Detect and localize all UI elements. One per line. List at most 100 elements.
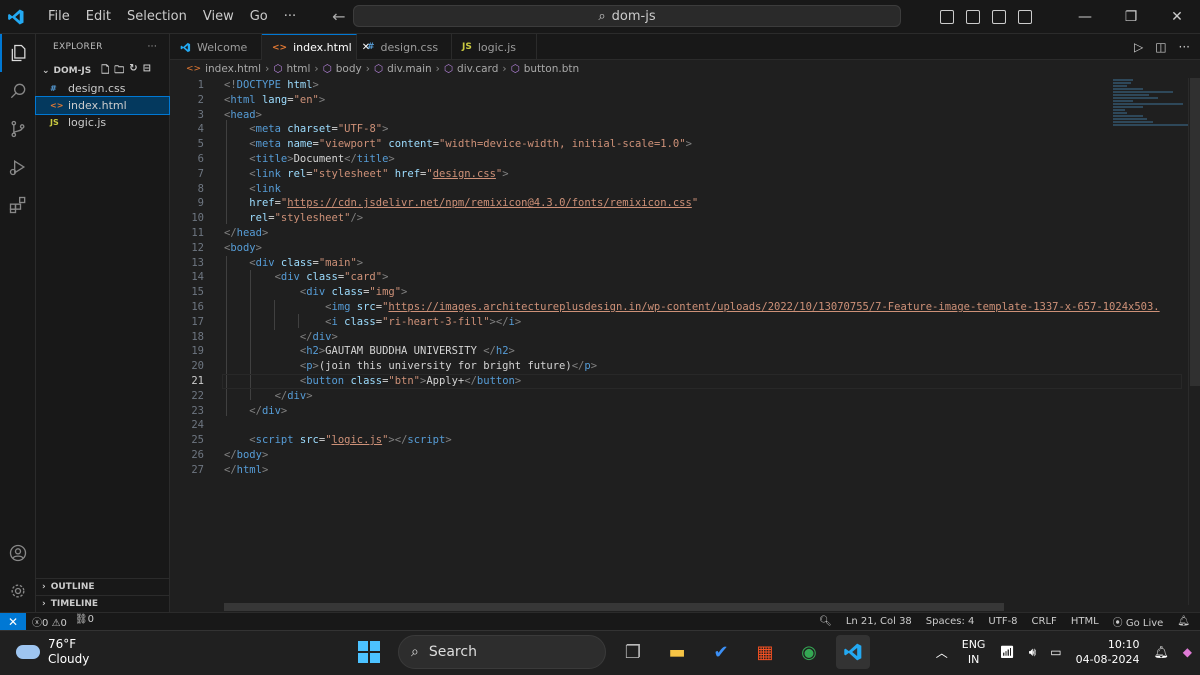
- vertical-scrollbar[interactable]: [1188, 78, 1200, 605]
- encoding[interactable]: UTF-8: [988, 616, 1017, 627]
- breadcrumb-item[interactable]: div.card: [457, 63, 498, 75]
- toggle-sidebar-icon[interactable]: [940, 10, 954, 24]
- todo-icon[interactable]: ✔: [704, 635, 738, 669]
- store-icon[interactable]: ▦: [748, 635, 782, 669]
- start-windows-icon[interactable]: [358, 641, 380, 663]
- menu-go[interactable]: Go: [242, 0, 276, 34]
- new-folder-icon[interactable]: 🗀: [114, 63, 124, 80]
- cube-icon: ⬡: [510, 63, 520, 75]
- vscode-taskbar-icon[interactable]: [836, 635, 870, 669]
- account-icon[interactable]: [0, 534, 36, 572]
- close-button[interactable]: ✕: [1154, 9, 1200, 25]
- file-name: index.html: [68, 99, 127, 112]
- tab-logic-js[interactable]: JS logic.js: [452, 34, 537, 60]
- collapse-all-icon[interactable]: ⊟: [143, 63, 151, 80]
- language-mode[interactable]: HTML: [1071, 616, 1099, 627]
- chevron-up-icon[interactable]: ︿: [936, 644, 948, 661]
- file-explorer-icon[interactable]: ▬: [660, 635, 694, 669]
- refresh-icon[interactable]: ↻: [129, 63, 137, 80]
- ports-count: 0: [87, 614, 94, 625]
- line-number: 6: [197, 152, 204, 165]
- cube-icon: ⬡: [443, 63, 454, 75]
- line-number: 11: [191, 226, 204, 239]
- code-line: 7 <link rel="stylesheet" href="design.cs…: [170, 167, 1188, 182]
- html-file-icon: <>: [186, 64, 202, 74]
- file-index-html[interactable]: <> index.html: [35, 96, 170, 115]
- customize-layout-icon[interactable]: [1018, 10, 1032, 24]
- menu-file[interactable]: File: [40, 0, 78, 34]
- volume-icon[interactable]: 🔊︎: [1029, 645, 1037, 660]
- line-ending[interactable]: CRLF: [1032, 616, 1057, 627]
- windows-taskbar: 76°F Cloudy ⌕ Search ❐ ▬ ✔ ▦ ◉ ︿ ENG IN: [0, 630, 1200, 675]
- search-icon[interactable]: [0, 72, 36, 110]
- breadcrumb-item[interactable]: div.main: [387, 63, 432, 75]
- line-number: 22: [191, 389, 204, 402]
- weather-widget[interactable]: 76°F Cloudy: [16, 637, 89, 667]
- indentation[interactable]: Spaces: 4: [926, 616, 975, 627]
- outline-section[interactable]: › OUTLINE: [36, 578, 170, 595]
- minimap[interactable]: [1113, 78, 1188, 138]
- line-number: 12: [191, 241, 204, 254]
- chrome-icon[interactable]: ◉: [792, 635, 826, 669]
- line-number: 1: [197, 79, 204, 91]
- run-debug-icon[interactable]: [0, 148, 36, 186]
- restore-button[interactable]: ❐: [1108, 9, 1154, 25]
- code-line-current: 21 <button class="btn">Apply+</button>: [170, 373, 1188, 389]
- minimize-button[interactable]: —: [1062, 9, 1108, 25]
- breadcrumb-item[interactable]: body: [336, 63, 362, 75]
- notification-bell-icon[interactable]: 🔔︎: [1154, 645, 1169, 659]
- menu-selection[interactable]: Selection: [119, 0, 195, 34]
- source-control-icon[interactable]: [0, 110, 36, 148]
- explorer-more-button[interactable]: ···: [148, 42, 157, 52]
- copilot-icon[interactable]: ◆: [1183, 645, 1192, 659]
- cube-icon: ⬡: [322, 63, 332, 75]
- notifications-bell-icon[interactable]: 🔔︎: [1177, 616, 1190, 627]
- task-view-icon[interactable]: ❐: [616, 635, 650, 669]
- more-actions-icon[interactable]: ···: [1179, 40, 1190, 54]
- menu-view[interactable]: View: [195, 0, 242, 34]
- split-editor-icon[interactable]: ◫: [1155, 40, 1166, 54]
- new-file-icon[interactable]: 🗋: [101, 63, 109, 80]
- line-number: 9: [197, 197, 204, 210]
- js-file-icon: JS: [50, 118, 59, 127]
- breadcrumb-item[interactable]: html: [286, 63, 310, 75]
- back-arrow-icon[interactable]: ←: [332, 7, 345, 26]
- code-line: 6 <title>Document</title>: [170, 152, 1188, 167]
- manage-gear-icon[interactable]: [0, 572, 36, 610]
- breadcrumb-item[interactable]: button.btn: [524, 63, 579, 75]
- tab-index-html[interactable]: <> index.html ✕: [262, 34, 370, 60]
- wifi-icon[interactable]: 📶︎: [999, 645, 1014, 659]
- explorer-icon[interactable]: [0, 34, 36, 72]
- code-text: <meta charset="UTF-8">: [249, 123, 389, 136]
- scroll-thumb[interactable]: [1190, 78, 1200, 386]
- zoom-icon[interactable]: 🔍︎: [819, 616, 832, 627]
- cursor-position[interactable]: Ln 21, Col 38: [846, 616, 912, 627]
- language-indicator[interactable]: ENG IN: [962, 637, 986, 667]
- taskbar-search[interactable]: ⌕ Search: [398, 635, 606, 669]
- code-editor[interactable]: 1 <!DOCTYPE html> 2 <html lang="en"> 3 <hea…: [170, 78, 1188, 605]
- file-design-css[interactable]: # design.css: [36, 80, 169, 97]
- run-icon[interactable]: ▷: [1134, 40, 1143, 54]
- timeline-section[interactable]: › TIMELINE: [36, 595, 170, 612]
- date: 04-08-2024: [1075, 653, 1140, 666]
- warning-count: 0: [60, 618, 67, 629]
- tab-design-css[interactable]: # design.css: [357, 34, 452, 60]
- command-center[interactable]: ⌕ dom-js: [353, 5, 901, 27]
- battery-icon[interactable]: ▭: [1050, 645, 1061, 659]
- extensions-icon[interactable]: [0, 186, 36, 224]
- horizontal-scrollbar[interactable]: [224, 603, 1004, 611]
- toggle-secondary-sidebar-icon[interactable]: [992, 10, 1006, 24]
- menu-more[interactable]: ···: [276, 0, 304, 34]
- tab-welcome[interactable]: Welcome: [170, 34, 262, 60]
- ports-indicator[interactable]: ⛓0: [75, 614, 94, 629]
- remote-icon[interactable]: ✕: [0, 612, 26, 631]
- code-line: 20 <p>(join this university for bright f…: [170, 359, 1188, 374]
- file-logic-js[interactable]: JS logic.js: [36, 114, 169, 131]
- menu-edit[interactable]: Edit: [78, 0, 119, 34]
- folder-dom-js[interactable]: ⌄ DOM-JS 🗋 🗀 ↻ ⊟: [36, 62, 169, 80]
- toggle-panel-icon[interactable]: [966, 10, 980, 24]
- problems-indicator[interactable]: ⓧ0 ⚠0: [32, 614, 67, 629]
- clock[interactable]: 10:10 04-08-2024: [1076, 637, 1140, 667]
- breadcrumb-item[interactable]: index.html: [205, 63, 261, 75]
- go-live-button[interactable]: ⦿ Go Live: [1113, 614, 1164, 629]
